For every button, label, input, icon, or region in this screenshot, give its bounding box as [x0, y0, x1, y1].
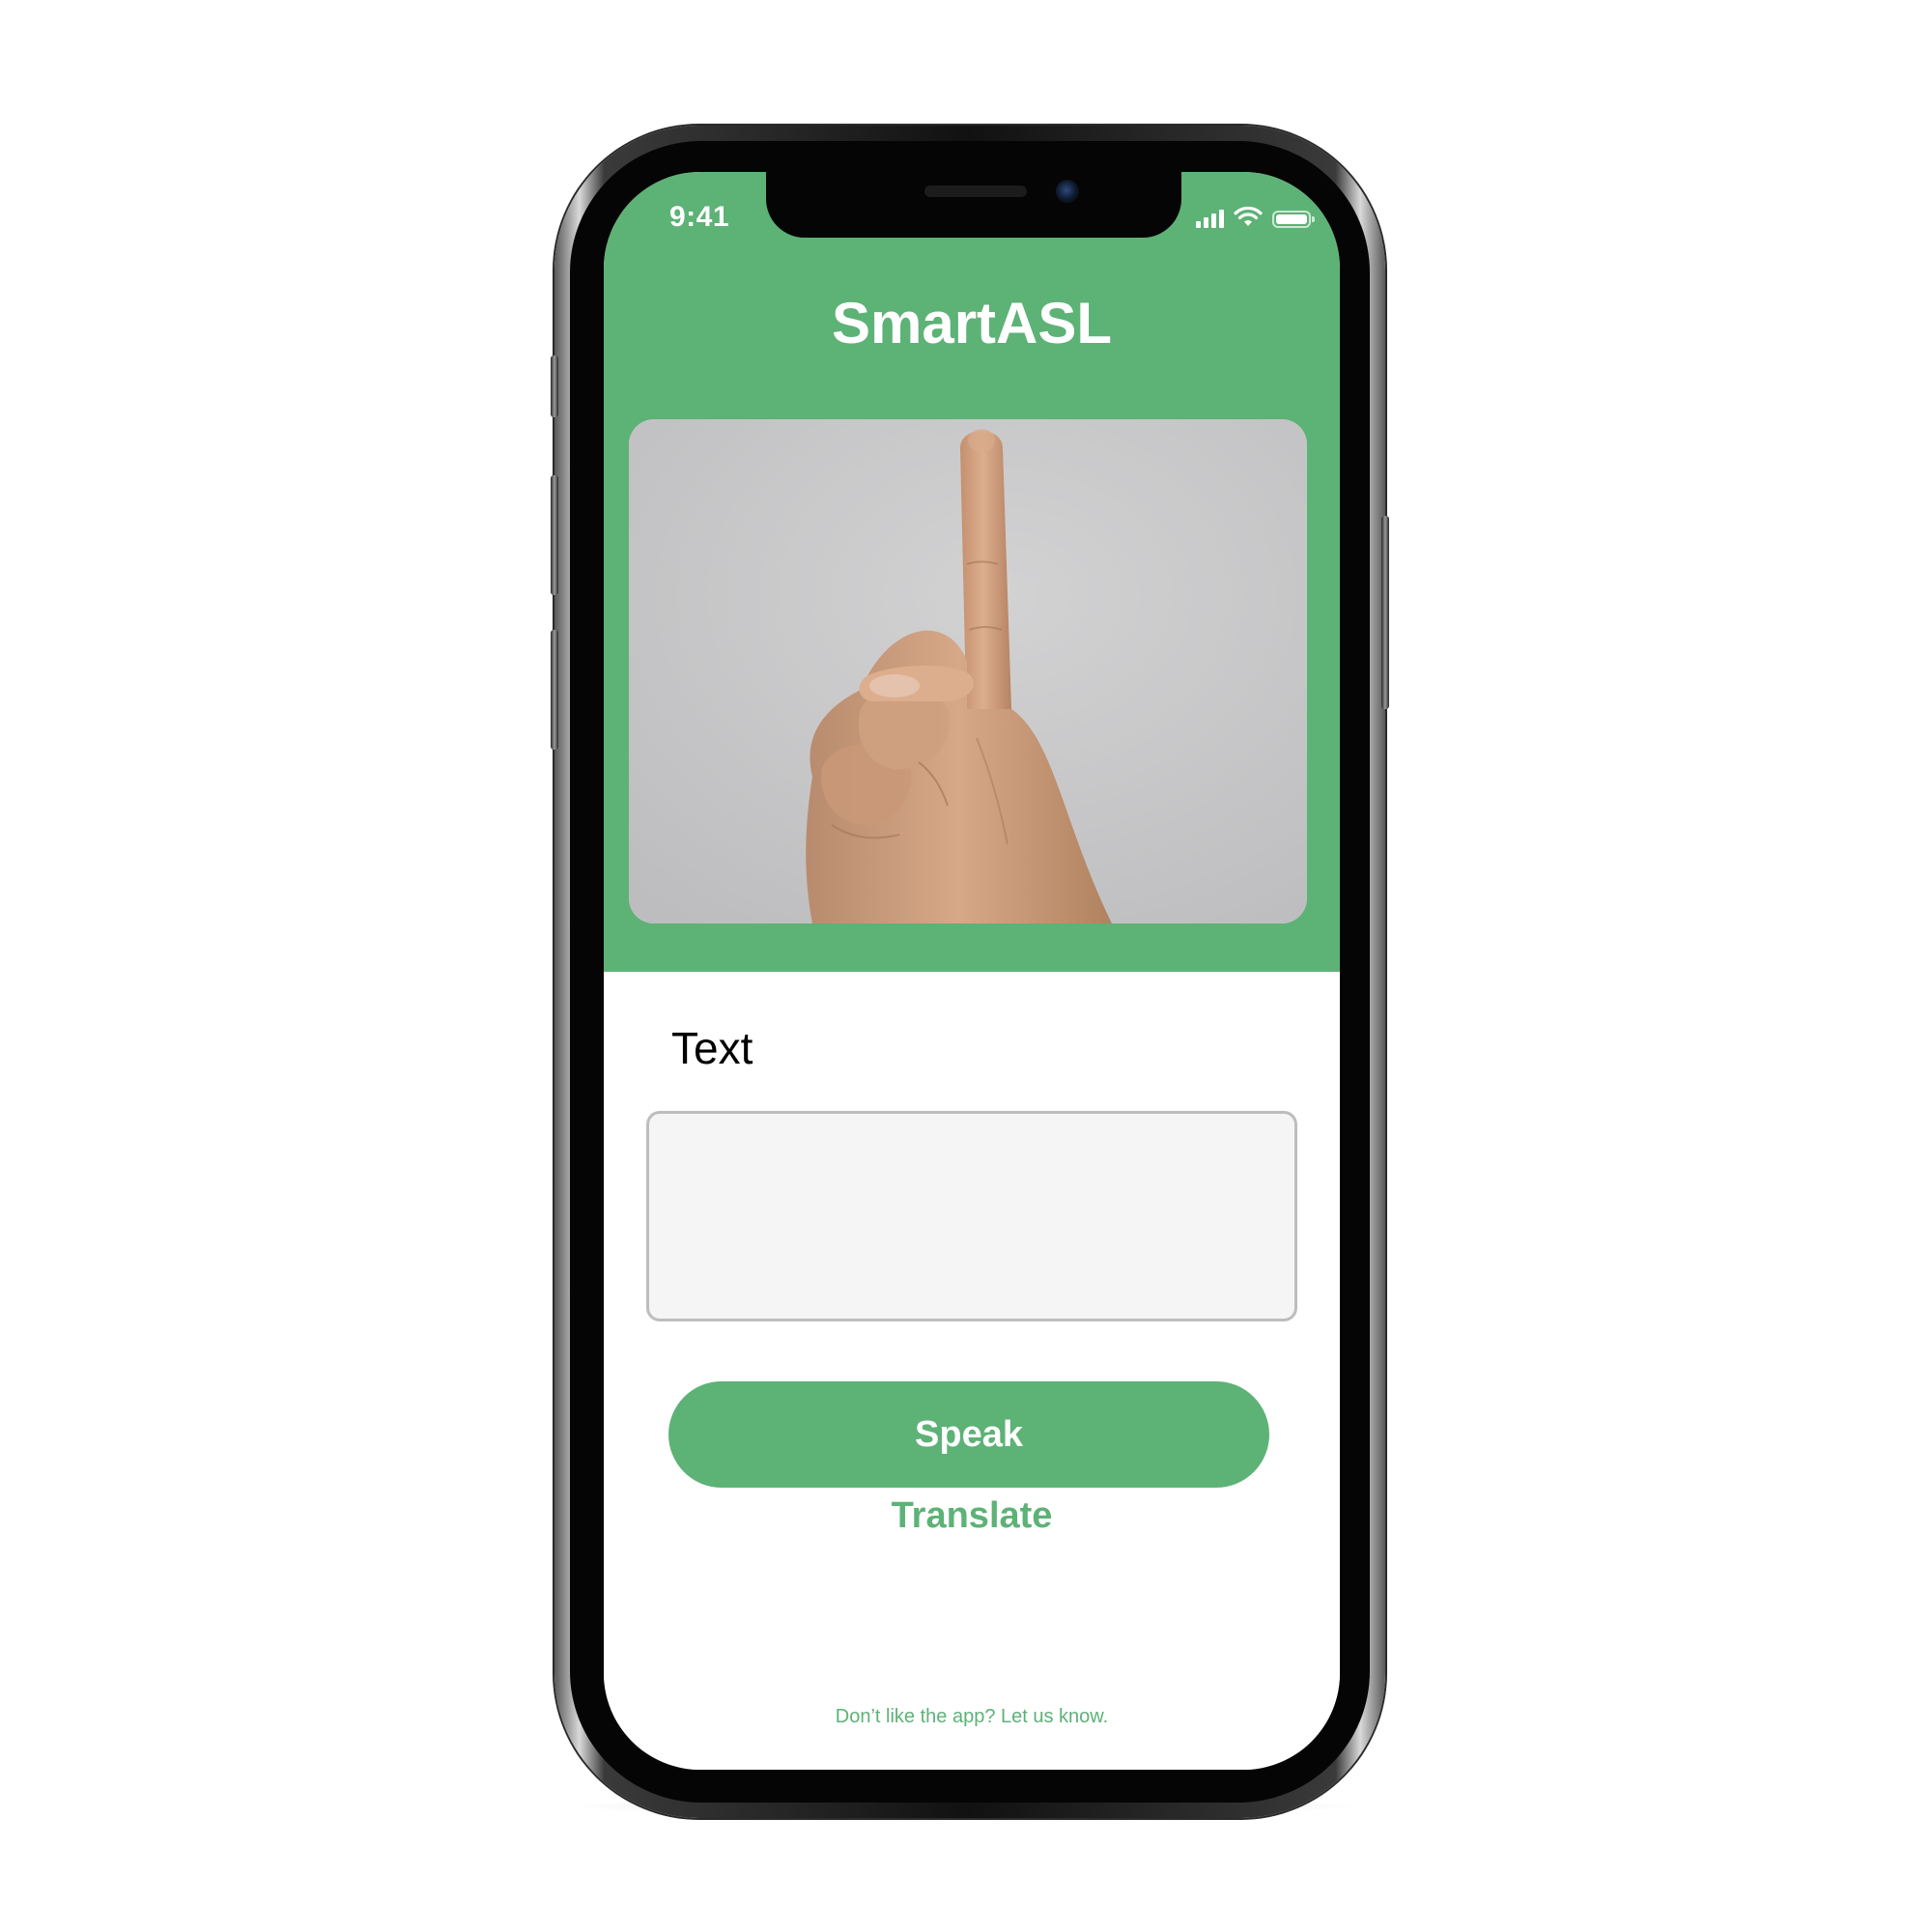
mute-switch: [551, 355, 558, 417]
feedback-link[interactable]: Don’t like the app? Let us know.: [604, 1706, 1340, 1728]
speaker-grille: [924, 185, 1027, 197]
header-area: 9:41 SmartASL: [604, 172, 1340, 972]
battery-icon: [1272, 211, 1315, 228]
page: 9:41 SmartASL Text Speak Translate Don’t…: [0, 0, 1932, 1932]
power-button: [1381, 516, 1389, 709]
translate-link[interactable]: Translate: [604, 1495, 1340, 1537]
status-icons: [1196, 207, 1315, 228]
app-title: SmartASL: [831, 291, 1113, 355]
wifi-icon: [1234, 207, 1263, 226]
volume-down-button: [551, 630, 558, 750]
camera-preview[interactable]: [629, 419, 1307, 923]
hand-sign-image: [629, 419, 1307, 923]
front-camera: [1056, 180, 1079, 203]
signal-icon: [1196, 209, 1224, 228]
text-output-field[interactable]: [646, 1111, 1297, 1321]
speak-button[interactable]: Speak: [668, 1381, 1269, 1488]
content-area: Text Speak Translate Don’t like the app?…: [604, 972, 1340, 1770]
notch: [766, 172, 1181, 238]
phone-screen: 9:41 SmartASL Text Speak Translate Don’t…: [604, 172, 1340, 1770]
text-section-label: Text: [671, 1023, 753, 1073]
volume-up-button: [551, 475, 558, 595]
status-time: 9:41: [669, 201, 730, 233]
